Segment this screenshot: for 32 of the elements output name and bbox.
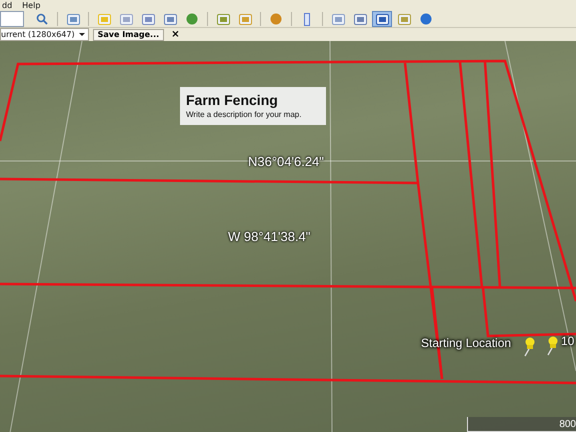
menu-item[interactable]: dd bbox=[2, 0, 12, 11]
caret-icon bbox=[78, 33, 85, 36]
resolution-dropdown[interactable]: urrent (1280x647) bbox=[0, 28, 89, 41]
close-button[interactable]: × bbox=[168, 28, 183, 40]
tool-icon bbox=[354, 14, 366, 24]
tool-icon bbox=[142, 14, 154, 24]
save-image-button[interactable]: Save Image... bbox=[92, 28, 164, 40]
search-icon bbox=[36, 13, 48, 25]
tool-icon bbox=[332, 14, 344, 24]
map-description: Write a description for your map. bbox=[186, 110, 302, 119]
coordinate-label: N36°04'6.24" bbox=[248, 154, 324, 169]
tool-icon bbox=[98, 14, 110, 24]
ruler-icon bbox=[304, 12, 310, 26]
coordinate-label: W 98°41'38.4" bbox=[228, 229, 310, 244]
scale-label: 800 bbox=[559, 418, 576, 430]
globe-icon bbox=[420, 13, 432, 25]
tool-icon bbox=[120, 14, 132, 24]
tool-icon bbox=[164, 14, 176, 24]
pushpin-icon[interactable] bbox=[522, 337, 536, 357]
pushpin-icon[interactable] bbox=[545, 336, 559, 356]
search-field[interactable] bbox=[0, 11, 24, 27]
map-title: Farm Fencing bbox=[186, 92, 279, 108]
placemark-label: 10 bbox=[561, 334, 574, 348]
globe-icon bbox=[270, 13, 282, 25]
globe-icon bbox=[186, 13, 198, 25]
tool-icon bbox=[376, 14, 388, 24]
toolbar-button[interactable] bbox=[372, 11, 392, 27]
tool-icon bbox=[398, 14, 410, 24]
tool-icon bbox=[216, 14, 230, 24]
menu-item[interactable]: Help bbox=[22, 0, 40, 11]
tool-icon bbox=[238, 14, 252, 24]
tool-icon bbox=[66, 14, 80, 24]
